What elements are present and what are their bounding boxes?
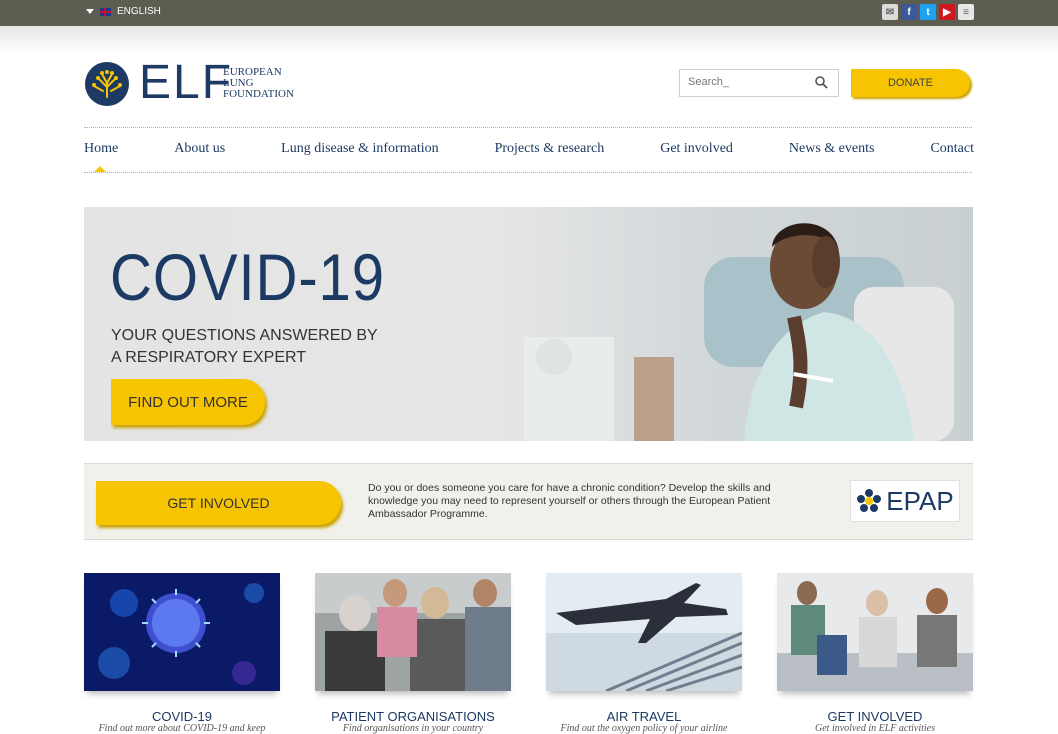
- epap-logo[interactable]: EPAP: [850, 480, 960, 522]
- tile-covid19-image[interactable]: [84, 573, 280, 691]
- tile-covid19-desc: Find out more about COVID-19 and keep: [98, 723, 266, 734]
- top-bar: ENGLISH ✉ f t ▶ ≡: [0, 0, 1058, 26]
- tile-get-involved-image[interactable]: [777, 573, 973, 691]
- tile-air-travel-title[interactable]: AIR TRAVEL: [546, 709, 742, 724]
- get-involved-button[interactable]: GET INVOLVED: [96, 481, 341, 525]
- nav-item-get-involved[interactable]: Get involved: [660, 141, 733, 157]
- email-icon[interactable]: ✉: [882, 4, 898, 20]
- header-shadow: [0, 26, 1058, 54]
- tile-get-involved-title[interactable]: GET INVOLVED: [777, 709, 973, 724]
- hero-title: COVID-19: [110, 240, 385, 314]
- epap-flower-icon: [857, 489, 882, 512]
- nav-item-projects-research[interactable]: Projects & research: [495, 141, 605, 157]
- logo-org-name: EUROPEAN LUNG FOUNDATION: [223, 67, 294, 100]
- tile-covid19-title[interactable]: COVID-19: [84, 709, 280, 724]
- logo-line-foundation: FOUNDATION: [223, 88, 294, 100]
- search-icon[interactable]: [814, 75, 828, 89]
- epap-promo-band: GET INVOLVED Do you or does someone you …: [84, 463, 973, 540]
- nav-item-lung-disease[interactable]: Lung disease & information: [281, 141, 438, 157]
- hero-subtitle: YOUR QUESTIONS ANSWERED BY A RESPIRATORY…: [111, 325, 431, 369]
- find-out-more-button[interactable]: FIND OUT MORE: [111, 379, 265, 425]
- language-label: ENGLISH: [117, 6, 161, 17]
- hero-banner[interactable]: COVID-19 YOUR QUESTIONS ANSWERED BY A RE…: [84, 207, 973, 441]
- social-links: ✉ f t ▶ ≡: [882, 4, 974, 20]
- epap-description: Do you or does someone you care for have…: [368, 482, 771, 520]
- search-input[interactable]: [688, 76, 808, 88]
- hero-woman-thermometer-image: [504, 207, 973, 441]
- twitter-icon[interactable]: t: [920, 4, 936, 20]
- hero-subtitle-line2: A RESPIRATORY EXPERT: [111, 349, 307, 366]
- epap-logo-text: EPAP: [886, 485, 954, 516]
- nav-item-contact[interactable]: Contact: [930, 141, 974, 157]
- nav-divider-bottom: [84, 172, 972, 173]
- youtube-icon[interactable]: ▶: [939, 4, 955, 20]
- elf-tree-logo-icon[interactable]: [85, 62, 129, 106]
- main-nav: Home About us Lung disease & information…: [84, 141, 974, 157]
- uk-flag-icon: [100, 7, 111, 16]
- facebook-icon[interactable]: f: [901, 4, 917, 20]
- nav-item-about-us[interactable]: About us: [174, 141, 225, 157]
- donate-button[interactable]: DONATE: [851, 69, 970, 97]
- rss-icon[interactable]: ≡: [958, 4, 974, 20]
- nav-divider-top: [84, 127, 972, 128]
- tile-patient-organisations-desc: Find organisations in your country: [342, 723, 484, 734]
- nav-item-news-events[interactable]: News & events: [789, 141, 875, 157]
- search-box: [679, 69, 839, 97]
- tile-patient-organisations-title[interactable]: PATIENT ORGANISATIONS: [315, 709, 511, 724]
- tile-air-travel-desc: Find out the oxygen policy of your airli…: [560, 723, 728, 734]
- nav-item-home[interactable]: Home: [84, 141, 118, 157]
- tile-get-involved-desc: Get involved in ELF activities: [815, 723, 935, 734]
- logo-wordmark[interactable]: ELF: [139, 58, 233, 108]
- language-selector[interactable]: ENGLISH: [86, 6, 161, 17]
- tile-patient-organisations-image[interactable]: [315, 573, 511, 691]
- hero-subtitle-line1: YOUR QUESTIONS ANSWERED BY: [111, 327, 378, 344]
- tile-air-travel-image[interactable]: [546, 573, 742, 691]
- caret-down-icon: [86, 9, 94, 14]
